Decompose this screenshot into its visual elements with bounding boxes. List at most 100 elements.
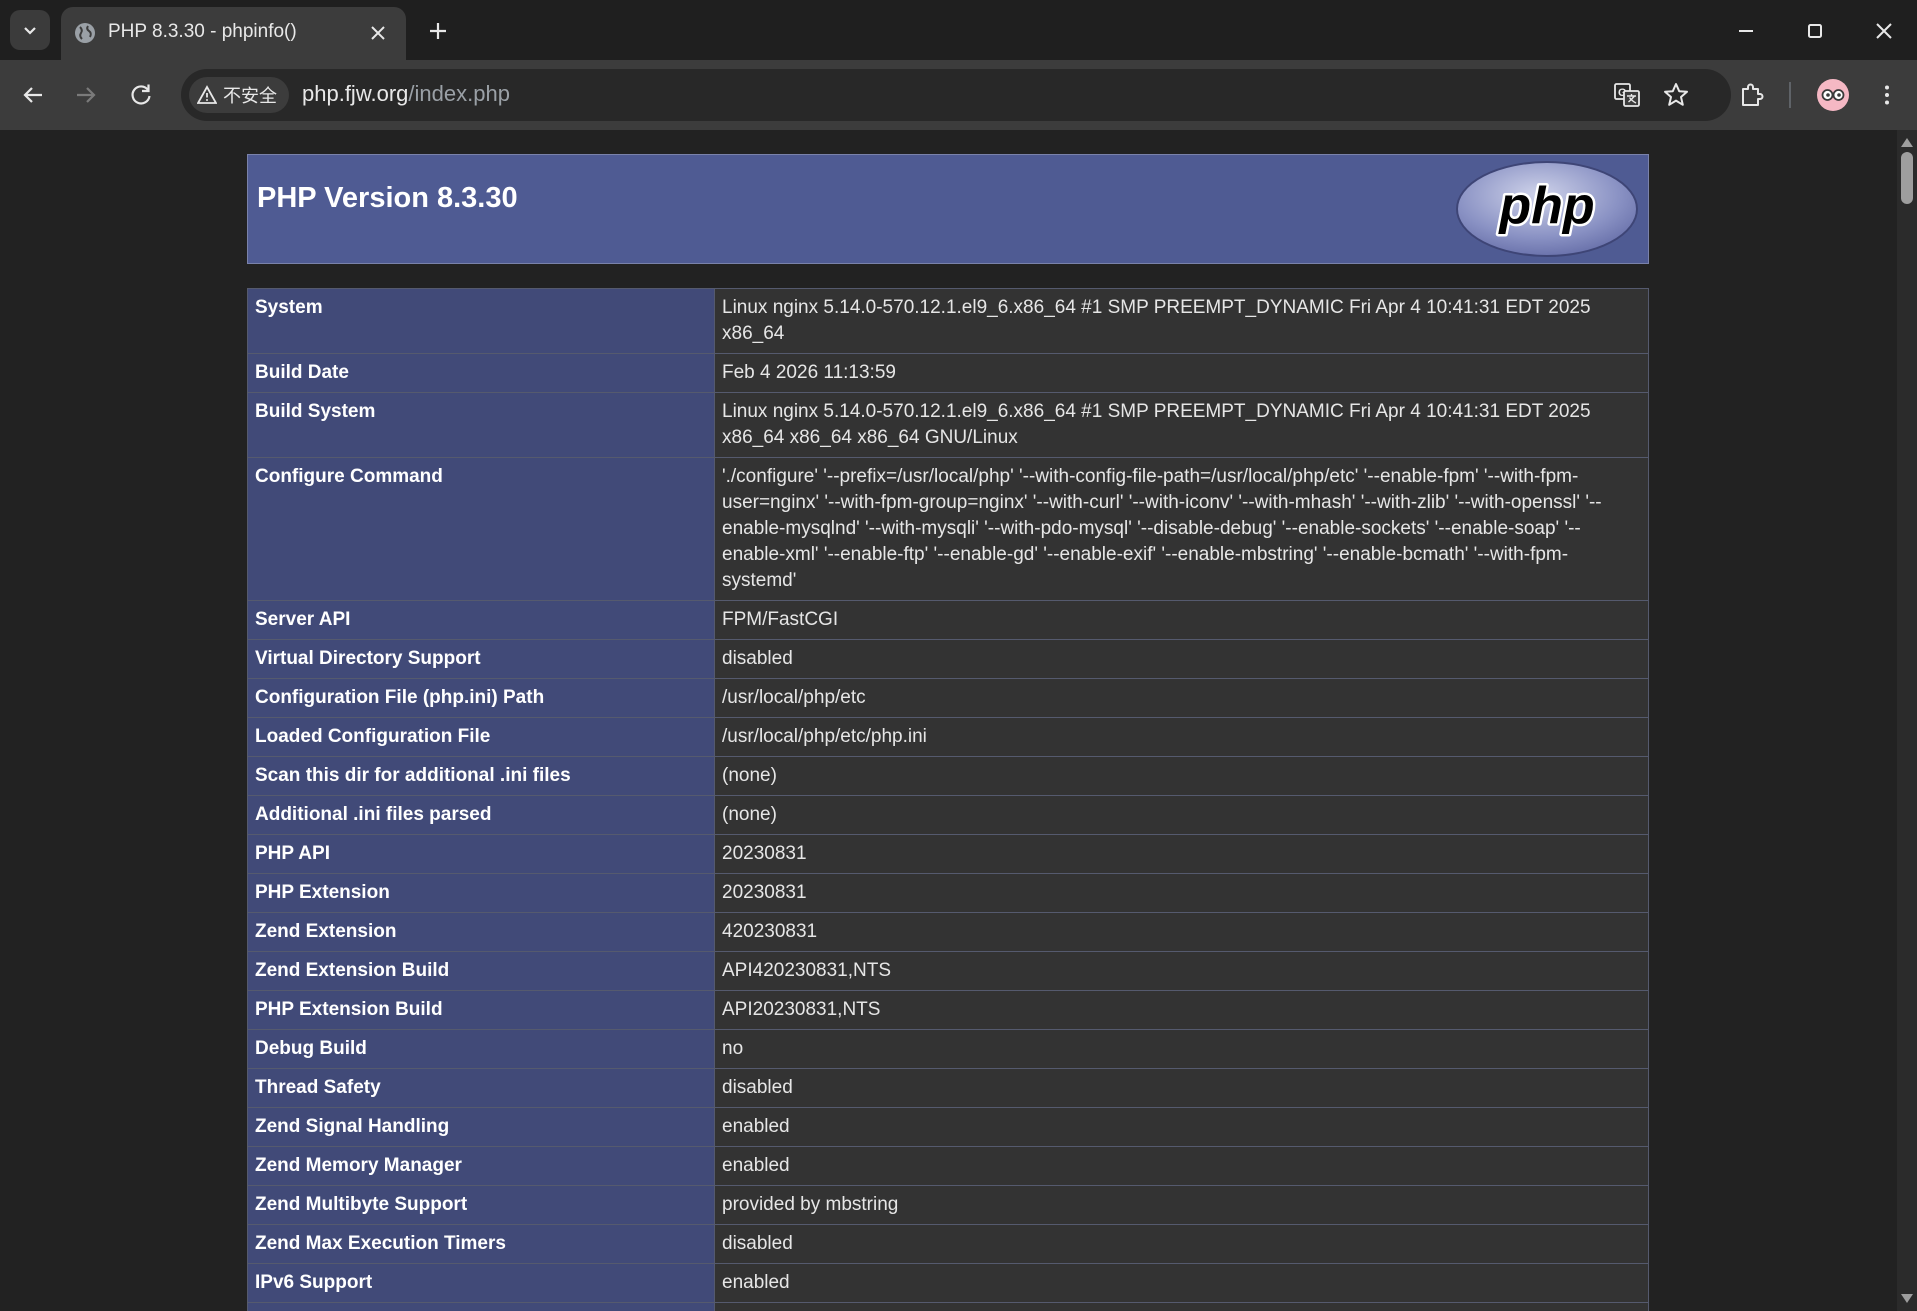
table-row: Loaded Configuration File/usr/local/php/… xyxy=(247,717,1649,757)
table-row: Zend Extension Build API420230831,NTS xyxy=(247,951,1649,991)
url-path: /index.php xyxy=(408,81,510,106)
chevron-down-icon xyxy=(24,27,36,35)
scroll-thumb[interactable] xyxy=(1901,152,1913,204)
window-close-icon[interactable] xyxy=(1867,14,1901,48)
php-info-table: System Linux nginx 5.14.0-570.12.1.el9_6.… xyxy=(247,288,1649,1311)
svg-text:php: php xyxy=(1497,177,1594,235)
table-row: Virtual Directory Support disabled xyxy=(247,639,1649,679)
bookmark-star-icon[interactable] xyxy=(1661,80,1691,110)
row-value: './configure' '--prefix=/usr/local/php' … xyxy=(714,457,1649,601)
table-row: Configuration File (php.ini) Path/usr/lo… xyxy=(247,678,1649,718)
security-label: 不安全 xyxy=(223,86,277,106)
extensions-icon[interactable] xyxy=(1737,80,1767,110)
avatar[interactable] xyxy=(1817,79,1849,111)
row-key: Zend Memory Manager xyxy=(247,1146,715,1186)
row-key: DTrace Support xyxy=(247,1302,715,1311)
scroll-up-arrow[interactable] xyxy=(1901,138,1913,147)
row-value: no xyxy=(714,1029,1649,1069)
table-row: Server API FPM/FastCGI xyxy=(247,600,1649,640)
row-key: System xyxy=(247,288,715,354)
table-row: Build Date Feb 4 2026 11:13:59 xyxy=(247,353,1649,393)
table-row: PHP API 20230831 xyxy=(247,834,1649,874)
row-value: disabled xyxy=(714,1224,1649,1264)
address-bar[interactable]: 不安全 php.fjw.org/index.php xyxy=(181,69,1731,121)
row-key: Debug Build xyxy=(247,1029,715,1069)
row-key: Build Date xyxy=(247,353,715,393)
toolbar-divider xyxy=(1789,82,1791,108)
row-value: API420230831,NTS xyxy=(714,951,1649,991)
more-menu-icon[interactable] xyxy=(1872,80,1902,110)
table-row: PHP Extension 20230831 xyxy=(247,873,1649,913)
row-key: Zend Extension Build xyxy=(247,951,715,991)
close-icon[interactable] xyxy=(366,21,390,45)
row-key: Configure Command xyxy=(247,457,715,601)
row-key: Zend Multibyte Support xyxy=(247,1185,715,1225)
row-value: 20230831 xyxy=(714,834,1649,874)
row-key: Additional .ini files parsed xyxy=(247,795,715,835)
row-key: Thread Safety xyxy=(247,1068,715,1108)
php-version-header: PHP Version 8.3.30 php php xyxy=(247,154,1649,264)
table-row: Zend Signal Handling enabled xyxy=(247,1107,1649,1147)
url-host: php.fjw.org xyxy=(302,81,409,106)
row-key: PHP Extension xyxy=(247,873,715,913)
table-row: Zend Max Execution Timers disabled xyxy=(247,1224,1649,1264)
row-key: Build System xyxy=(247,392,715,458)
row-value: (none) xyxy=(714,795,1649,835)
table-row: IPv6 Support enabled xyxy=(247,1263,1649,1303)
row-value: enabled xyxy=(714,1263,1649,1303)
security-chip[interactable]: 不安全 xyxy=(189,77,289,113)
php-logo: php php xyxy=(1456,161,1638,257)
row-key: Zend Extension xyxy=(247,912,715,952)
row-value: Feb 4 2026 11:13:59 xyxy=(714,353,1649,393)
tab-active[interactable]: PHP 8.3.30 - phpinfo() xyxy=(61,7,406,60)
row-key: IPv6 Support xyxy=(247,1263,715,1303)
table-row: DTrace Supportdisabled xyxy=(247,1302,1649,1311)
table-row: PHP Extension Build API20230831,NTS xyxy=(247,990,1649,1030)
table-row: Zend Extension 420230831 xyxy=(247,912,1649,952)
row-value: enabled xyxy=(714,1146,1649,1186)
row-value: 20230831 xyxy=(714,873,1649,913)
table-row: Additional .ini files parsed (none) xyxy=(247,795,1649,835)
new-tab-icon[interactable] xyxy=(423,16,453,46)
table-row: Scan this dir for additional .ini files(… xyxy=(247,756,1649,796)
reload-icon[interactable] xyxy=(126,80,156,110)
row-value: provided by mbstring xyxy=(714,1185,1649,1225)
tab-search-button[interactable] xyxy=(10,10,50,50)
globe-icon xyxy=(75,23,95,43)
back-arrow-icon[interactable] xyxy=(18,80,48,110)
row-value: 420230831 xyxy=(714,912,1649,952)
row-key: Virtual Directory Support xyxy=(247,639,715,679)
row-value: Linux nginx 5.14.0-570.12.1.el9_6.x86_64… xyxy=(714,392,1649,458)
url-text[interactable]: php.fjw.org/index.php xyxy=(302,81,510,107)
translate-icon[interactable]: G xyxy=(1612,80,1642,110)
table-row: System Linux nginx 5.14.0-570.12.1.el9_6.… xyxy=(247,288,1649,354)
table-row: Configure Command './configure' '--prefix… xyxy=(247,457,1649,601)
page-viewport: PHP Version 8.3.30 php php System Linux n… xyxy=(0,130,1897,1311)
row-value: Linux nginx 5.14.0-570.12.1.el9_6.x86_64… xyxy=(714,288,1649,354)
tab-title: PHP 8.3.30 - phpinfo() xyxy=(108,21,297,42)
row-value: disabled xyxy=(714,1068,1649,1108)
row-value: FPM/FastCGI xyxy=(714,600,1649,640)
row-key: PHP API xyxy=(247,834,715,874)
page-title: PHP Version 8.3.30 xyxy=(257,182,518,214)
row-key: Configuration File (php.ini) Path xyxy=(247,678,715,718)
profile-glasses-icon xyxy=(1821,89,1845,101)
forward-arrow-icon[interactable] xyxy=(71,80,101,110)
page-scrollbar[interactable] xyxy=(1897,130,1917,1311)
row-value: disabled xyxy=(714,1302,1649,1311)
row-key: Loaded Configuration File xyxy=(247,717,715,757)
row-value: (none) xyxy=(714,756,1649,796)
row-value: /usr/local/php/etc/php.ini xyxy=(714,717,1649,757)
row-key: Scan this dir for additional .ini files xyxy=(247,756,715,796)
row-value: enabled xyxy=(714,1107,1649,1147)
scroll-down-arrow[interactable] xyxy=(1901,1294,1913,1303)
table-row: Debug Build no xyxy=(247,1029,1649,1069)
title-bar: PHP 8.3.30 - phpinfo() xyxy=(0,0,1917,60)
maximize-icon[interactable] xyxy=(1798,14,1832,48)
table-row: Build System Linux nginx 5.14.0-570.12.1.… xyxy=(247,392,1649,458)
row-key: Zend Max Execution Timers xyxy=(247,1224,715,1264)
browser-toolbar: 不安全 php.fjw.org/index.php G xyxy=(0,60,1917,130)
row-value: /usr/local/php/etc xyxy=(714,678,1649,718)
minimize-icon[interactable] xyxy=(1729,14,1763,48)
table-row: Thread Safety disabled xyxy=(247,1068,1649,1108)
